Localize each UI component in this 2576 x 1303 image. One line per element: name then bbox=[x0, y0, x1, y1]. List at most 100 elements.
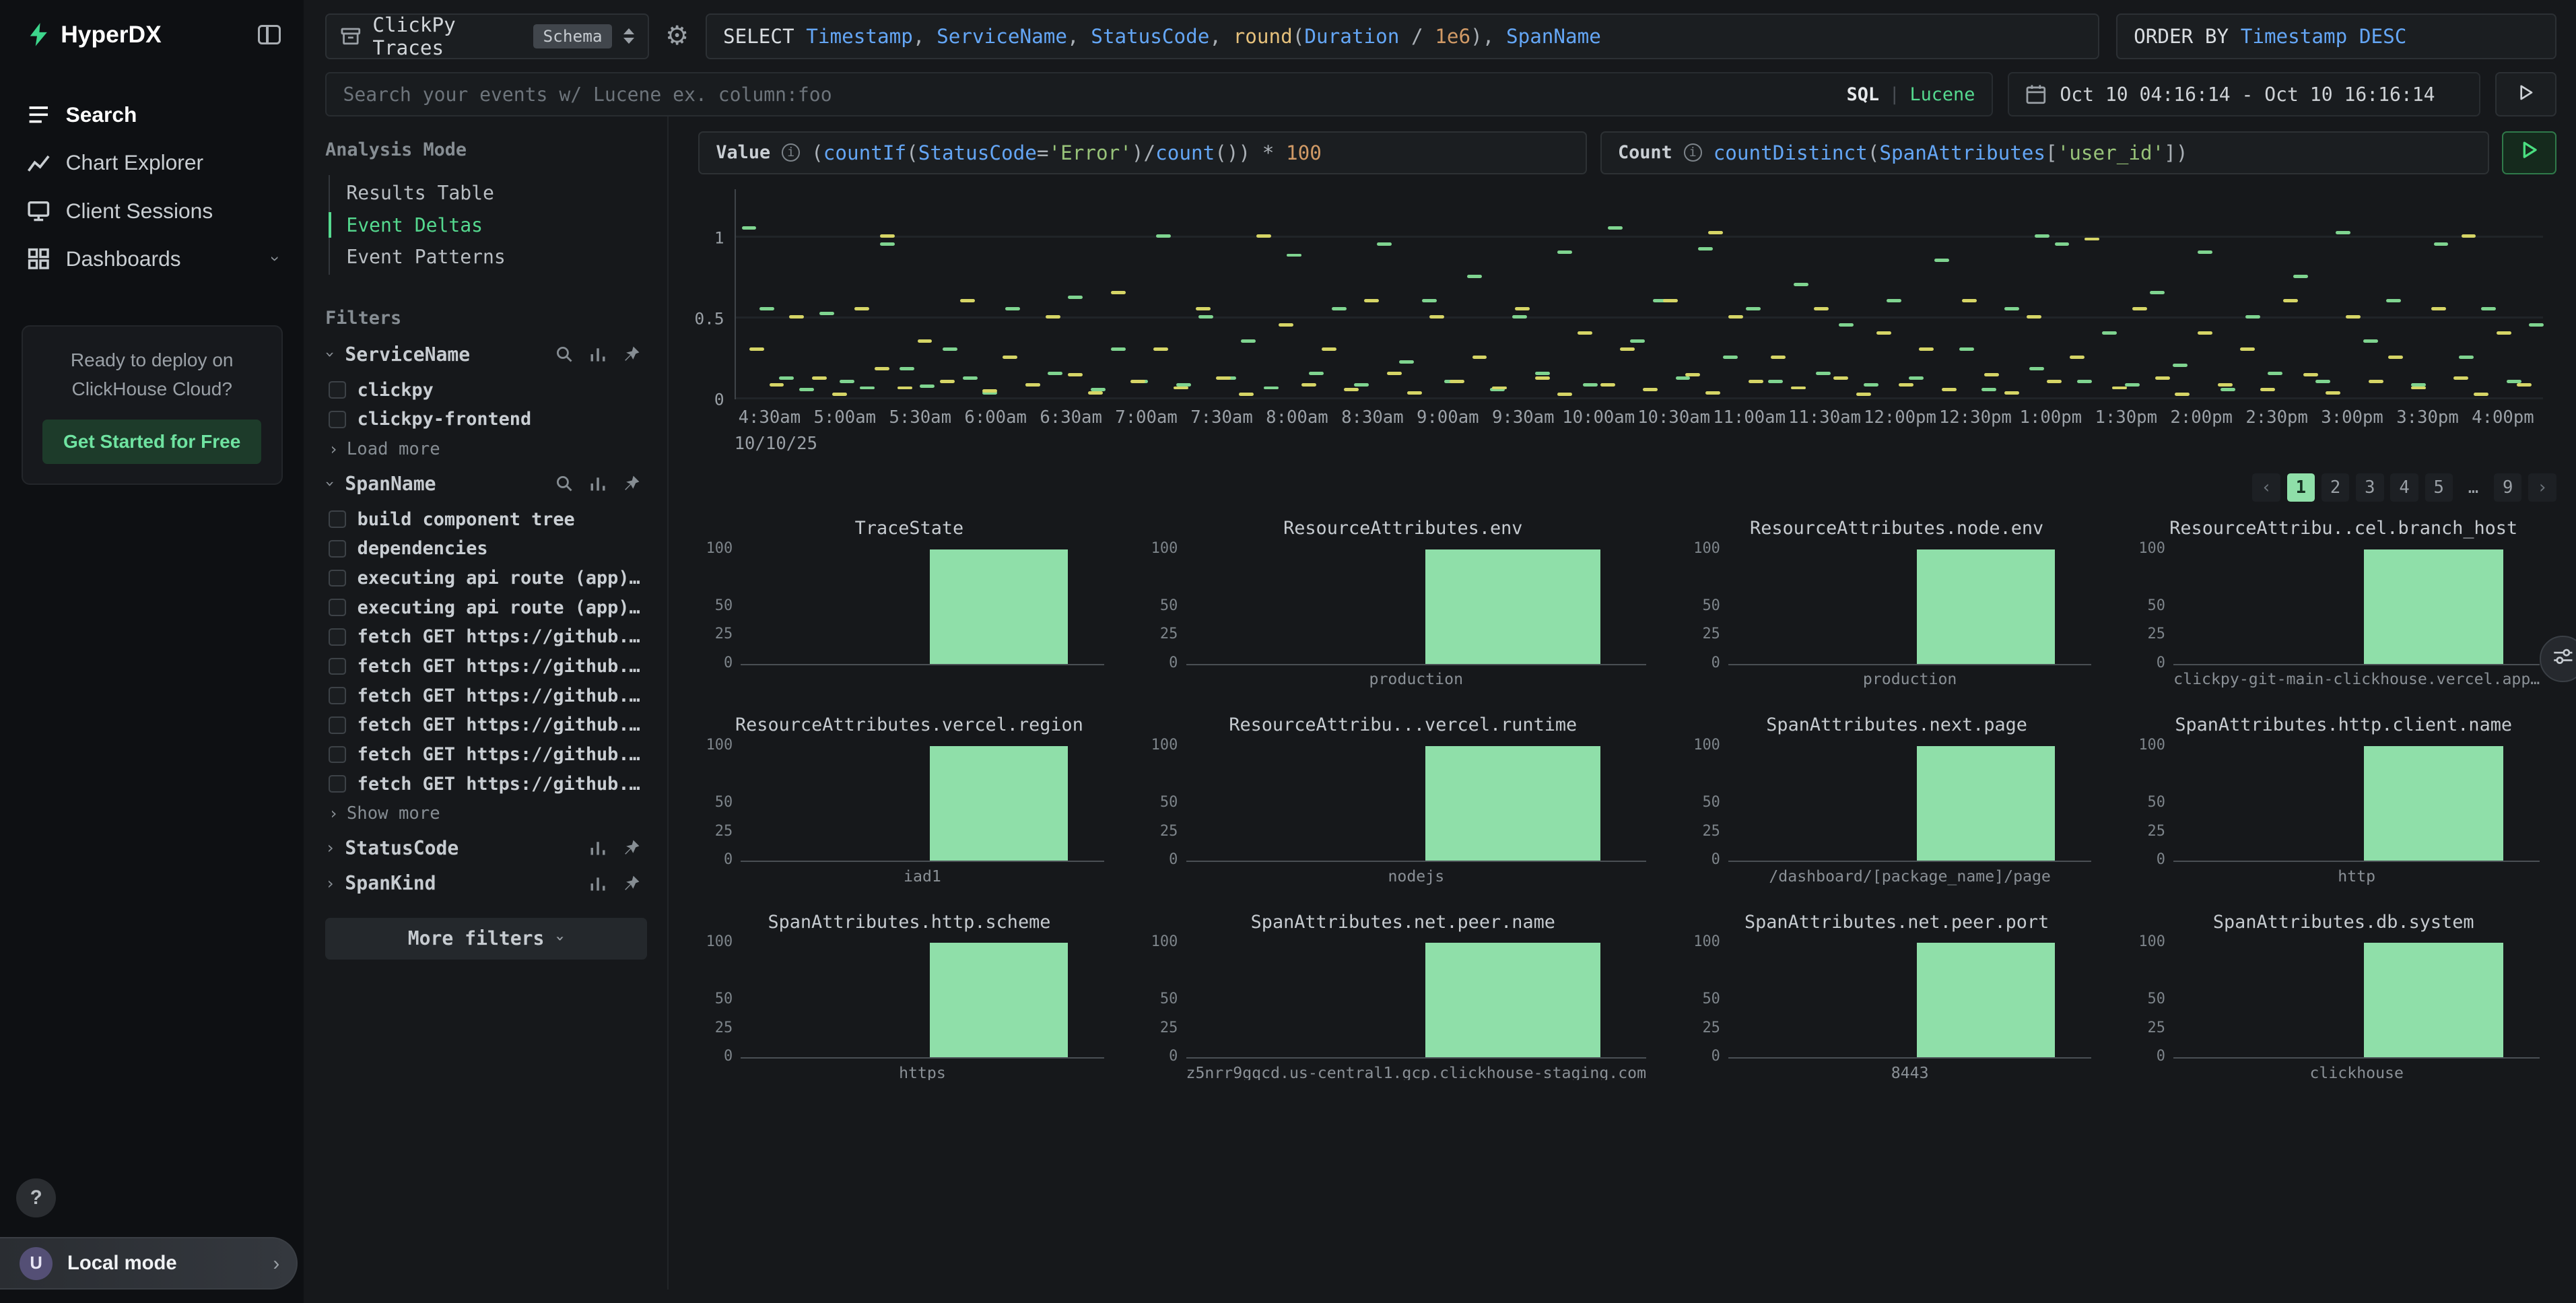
search-icon[interactable] bbox=[555, 474, 574, 493]
show-more-button[interactable]: ›Show more bbox=[325, 799, 641, 824]
chart-x-label: /dashboard/[package_name]/page bbox=[1728, 867, 2091, 886]
attribute-chart-resourceattribu-vercel-runtime[interactable]: ResourceAttribu...vercel.runtime02550100… bbox=[1143, 714, 1662, 885]
sidebar-item-dashboards[interactable]: Dashboards› bbox=[0, 235, 304, 283]
attribute-chart-spanattributes-http-client-name[interactable]: SpanAttributes.http.client.name02550100h… bbox=[2131, 714, 2556, 885]
attribute-chart-resourceattributes-env[interactable]: ResourceAttributes.env02550100production bbox=[1143, 518, 1662, 688]
bar[interactable] bbox=[2364, 943, 2503, 1057]
logo-text: HyperDX bbox=[61, 22, 161, 48]
order-by-input[interactable]: ORDER BY Timestamp DESC bbox=[2116, 13, 2556, 59]
data-point-dash bbox=[1354, 383, 1369, 387]
filter-checkbox-executing-api-route-app[interactable]: executing api route (app)… bbox=[325, 593, 641, 622]
page-button-3[interactable]: 3 bbox=[2356, 473, 2383, 501]
bar[interactable] bbox=[1425, 549, 1600, 664]
bar[interactable] bbox=[930, 943, 1068, 1057]
scatter-plot-area[interactable]: 10.50 bbox=[735, 189, 2543, 399]
page-button-1[interactable]: 1 bbox=[2287, 473, 2315, 501]
attribute-chart-spanattributes-next-page[interactable]: SpanAttributes.next.page02550100/dashboa… bbox=[1686, 714, 2108, 885]
filter-checkbox-fetch-get-https-github[interactable]: fetch GET https://github.… bbox=[325, 622, 641, 652]
filter-group-header-statuscode[interactable]: ›StatusCode bbox=[325, 837, 641, 859]
bar-chart-icon[interactable] bbox=[588, 874, 607, 893]
pin-icon[interactable] bbox=[622, 874, 641, 893]
gear-icon[interactable]: ⚙ bbox=[665, 23, 689, 49]
local-mode-button[interactable]: U Local mode › bbox=[0, 1237, 298, 1290]
attribute-chart-spanattributes-http-scheme[interactable]: SpanAttributes.http.scheme02550100https bbox=[698, 912, 1120, 1080]
bar[interactable] bbox=[1425, 746, 1600, 861]
event-deltas-chart[interactable]: 10.50 4:30am5:00am5:30am6:00am6:30am7:00… bbox=[698, 189, 2556, 455]
bar[interactable] bbox=[1917, 549, 2055, 664]
bar[interactable] bbox=[1425, 943, 1600, 1057]
page-button-9[interactable]: 9 bbox=[2494, 473, 2521, 501]
data-point-dash bbox=[2070, 356, 2084, 359]
pin-icon[interactable] bbox=[622, 474, 641, 493]
bar[interactable] bbox=[930, 549, 1068, 664]
data-point-dash bbox=[1130, 380, 1145, 383]
help-button[interactable]: ? bbox=[16, 1178, 56, 1218]
filter-checkbox-dependencies[interactable]: dependencies bbox=[325, 534, 641, 564]
sidebar-item-search[interactable]: Search bbox=[0, 91, 304, 139]
sidebar-item-chart-explorer[interactable]: Chart Explorer bbox=[0, 139, 304, 187]
attribute-chart-spanattributes-db-system[interactable]: SpanAttributes.db.system02550100clickhou… bbox=[2131, 912, 2556, 1080]
sql-toggle[interactable]: SQL bbox=[1847, 84, 1879, 105]
filter-group-header-spankind[interactable]: ›SpanKind bbox=[325, 872, 641, 894]
filter-group-header-spanname[interactable]: ›SpanName bbox=[325, 473, 641, 495]
data-point-dash bbox=[2293, 275, 2308, 278]
filter-checkbox-build-component-tree[interactable]: build component tree bbox=[325, 504, 641, 534]
bar[interactable] bbox=[2364, 746, 2503, 861]
data-point-dash bbox=[1068, 296, 1083, 299]
more-filters-button[interactable]: More filters › bbox=[325, 918, 647, 960]
bar[interactable] bbox=[930, 746, 1068, 861]
attribute-chart-resourceattribu-cel-branch-host[interactable]: ResourceAttribu..cel.branch_host02550100… bbox=[2131, 518, 2556, 688]
filter-checkbox-executing-api-route-app[interactable]: executing api route (app)… bbox=[325, 564, 641, 593]
bar[interactable] bbox=[1917, 943, 2055, 1057]
pin-icon[interactable] bbox=[622, 345, 641, 364]
search-input[interactable] bbox=[327, 83, 1846, 106]
filter-checkbox-fetch-get-https-github[interactable]: fetch GET https://github.… bbox=[325, 652, 641, 681]
count-expression-input[interactable]: Count i countDistinct(SpanAttributes['us… bbox=[1600, 131, 2489, 174]
prev-page-button[interactable]: ‹ bbox=[2252, 473, 2280, 501]
data-point-dash bbox=[1216, 376, 1231, 380]
pin-icon[interactable] bbox=[622, 838, 641, 857]
attribute-chart-tracestate[interactable]: TraceState02550100 bbox=[698, 518, 1120, 688]
run-chart-button[interactable] bbox=[2502, 131, 2556, 174]
run-search-button[interactable] bbox=[2495, 72, 2556, 116]
filter-checkbox-fetch-get-https-github[interactable]: fetch GET https://github.… bbox=[325, 769, 641, 799]
bar-chart-icon[interactable] bbox=[588, 345, 607, 364]
filter-group-header-servicename[interactable]: ›ServiceName bbox=[325, 343, 641, 366]
value-expression-input[interactable]: Value i (countIf(StatusCode='Error')/cou… bbox=[698, 131, 1587, 174]
filter-checkbox-clickpy[interactable]: clickpy bbox=[325, 375, 641, 405]
attribute-chart-spanattributes-net-peer-port[interactable]: SpanAttributes.net.peer.port025501008443 bbox=[1686, 912, 2108, 1080]
analysis-mode-event-deltas[interactable]: Event Deltas bbox=[330, 209, 641, 241]
get-started-button[interactable]: Get Started for Free bbox=[42, 420, 261, 464]
page-button-4[interactable]: 4 bbox=[2390, 473, 2418, 501]
hyperdx-logo[interactable]: HyperDX bbox=[26, 22, 162, 48]
attribute-chart-resourceattributes-node-env[interactable]: ResourceAttributes.node.env02550100produ… bbox=[1686, 518, 2108, 688]
schema-badge[interactable]: Schema bbox=[533, 24, 612, 48]
bar[interactable] bbox=[2364, 549, 2503, 664]
sql-query-input[interactable]: SELECT Timestamp, ServiceName, StatusCod… bbox=[706, 13, 2100, 59]
page-button-5[interactable]: 5 bbox=[2425, 473, 2453, 501]
attribute-chart-resourceattributes-vercel-region[interactable]: ResourceAttributes.vercel.region02550100… bbox=[698, 714, 1120, 885]
bar-chart-icon[interactable] bbox=[588, 474, 607, 493]
sidebar-item-client-sessions[interactable]: Client Sessions bbox=[0, 187, 304, 234]
next-page-button[interactable]: › bbox=[2528, 473, 2556, 501]
bar[interactable] bbox=[1917, 746, 2055, 861]
search-icon[interactable] bbox=[555, 345, 574, 364]
filter-checkbox-clickpy-frontend[interactable]: clickpy-frontend bbox=[325, 405, 641, 434]
page-button-2[interactable]: 2 bbox=[2321, 473, 2349, 501]
filter-checkbox-fetch-get-https-github[interactable]: fetch GET https://github.… bbox=[325, 710, 641, 740]
data-point-dash bbox=[812, 376, 827, 380]
load-more-button[interactable]: ›Load more bbox=[325, 434, 641, 459]
analysis-mode-results-table[interactable]: Results Table bbox=[330, 177, 641, 209]
attribute-chart-spanattributes-net-peer-name[interactable]: SpanAttributes.net.peer.name02550100z5nr… bbox=[1143, 912, 1662, 1080]
lucene-toggle[interactable]: Lucene bbox=[1909, 84, 1975, 105]
data-point-dash bbox=[2173, 364, 2188, 367]
filter-checkbox-fetch-get-https-github[interactable]: fetch GET https://github.… bbox=[325, 681, 641, 710]
bar-chart-icon[interactable] bbox=[588, 838, 607, 857]
source-selector[interactable]: ClickPy Traces Schema bbox=[325, 13, 649, 59]
analysis-mode-event-patterns[interactable]: Event Patterns bbox=[330, 241, 641, 273]
date-range-picker[interactable]: Oct 10 04:16:14 - Oct 10 16:16:14 bbox=[2008, 72, 2481, 116]
x-axis-tick-label: 2:30pm bbox=[2245, 407, 2308, 428]
data-point-dash bbox=[2336, 231, 2350, 234]
filter-checkbox-fetch-get-https-github[interactable]: fetch GET https://github.… bbox=[325, 740, 641, 770]
sidebar-collapse-icon[interactable] bbox=[258, 25, 281, 44]
